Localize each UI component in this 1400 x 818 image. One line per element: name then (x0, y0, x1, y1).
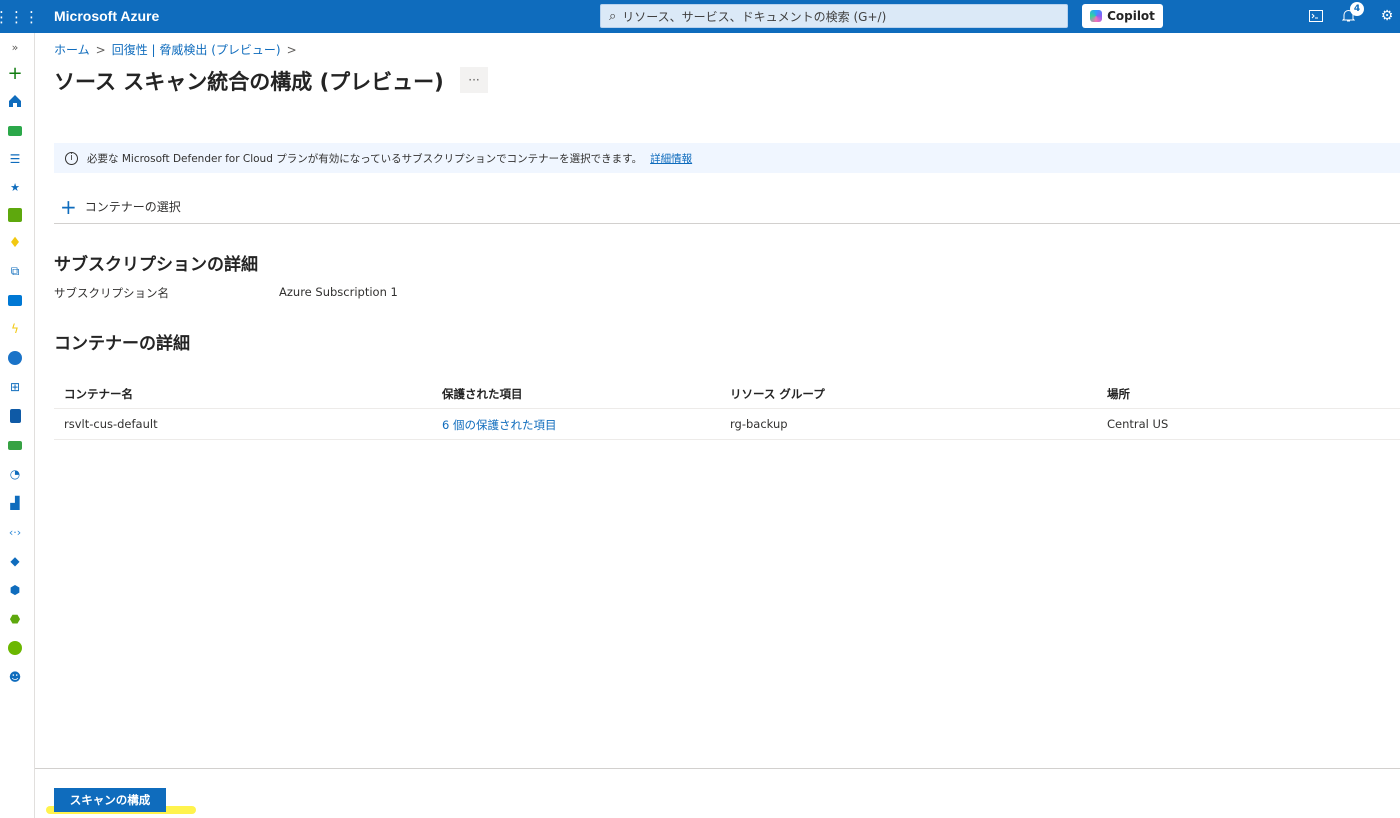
cloud-shell-icon[interactable] (1306, 6, 1326, 26)
key-vault-icon[interactable]: ♦ (6, 235, 24, 251)
network-icon[interactable]: ⊞ (6, 379, 24, 395)
cosmos-db-icon[interactable] (6, 350, 24, 366)
gear-icon[interactable]: ⚙ (1377, 6, 1397, 26)
all-services-icon[interactable]: ☰ (6, 151, 24, 167)
chevron-right-icon: > (95, 42, 106, 57)
support-icon[interactable]: ☻ (6, 669, 24, 685)
learn-more-link[interactable]: 詳細情報 (650, 151, 692, 166)
breadcrumb-home[interactable]: ホーム (54, 41, 90, 58)
breadcrumb: ホーム > 回復性 | 脅威検出 (プレビュー) > (54, 41, 297, 58)
storage-icon[interactable] (6, 437, 24, 453)
entra-id-icon[interactable]: ◆ (6, 553, 24, 569)
footer-divider (35, 768, 1400, 769)
select-container-label: コンテナーの選択 (84, 200, 181, 214)
copilot-icon (1090, 10, 1103, 22)
select-container-button[interactable]: + コンテナーの選択 (60, 194, 181, 219)
info-icon: i (65, 151, 78, 165)
table-header: コンテナー名 保護された項目 リソース グループ 場所 (54, 378, 1400, 409)
chevron-right-icon: > (286, 42, 297, 57)
plus-icon: + (60, 194, 77, 219)
configure-scan-button[interactable]: スキャンの構成 (54, 788, 166, 812)
search-input[interactable]: ⌕ リソース、サービス、ドキュメントの検索 (G+/) (600, 4, 1068, 28)
copilot-button[interactable]: Copilot (1082, 4, 1163, 28)
column-header-protected-items[interactable]: 保護された項目 (442, 386, 523, 402)
column-header-resource-group[interactable]: リソース グループ (730, 386, 825, 402)
info-banner: i 必要な Microsoft Defender for Cloud プランが有… (54, 143, 1400, 173)
defender-icon[interactable]: ⬢ (6, 582, 24, 598)
search-icon: ⌕ (609, 8, 617, 24)
info-text: 必要な Microsoft Defender for Cloud プランが有効に… (87, 152, 643, 165)
divider (54, 223, 1400, 224)
copilot-label: Copilot (1107, 9, 1155, 23)
brand-name[interactable]: Microsoft Azure (54, 8, 159, 24)
column-header-container-name[interactable]: コンテナー名 (64, 386, 133, 402)
advisor-icon[interactable] (6, 640, 24, 656)
subscription-name-label: サブスクリプション名 (54, 286, 169, 300)
favorites-icon[interactable]: ★ (6, 179, 24, 195)
more-actions-button[interactable]: ··· (460, 67, 488, 93)
search-placeholder: リソース、サービス、ドキュメントの検索 (G+/) (622, 9, 887, 24)
function-app-icon[interactable]: ϟ (6, 321, 24, 337)
breadcrumb-parent[interactable]: 回復性 | 脅威検出 (プレビュー) (112, 41, 281, 58)
page-title: ソース スキャン統合の構成 (プレビュー) (54, 70, 444, 94)
containers-table: コンテナー名 保護された項目 リソース グループ 場所 rsvlt-cus-de… (54, 378, 1400, 440)
notification-badge: 4 (1350, 2, 1364, 16)
container-icon[interactable]: ⧉ (6, 263, 24, 279)
app-service-icon[interactable]: ▟ (6, 495, 24, 511)
subscription-heading: サブスクリプションの詳細 (54, 255, 258, 275)
table-row[interactable]: rsvlt-cus-default 6 個の保護された項目 rg-backup … (54, 409, 1400, 440)
expand-icon[interactable]: » (6, 39, 24, 55)
container-details-heading: コンテナーの詳細 (54, 334, 190, 354)
virtual-machine-icon[interactable] (6, 292, 24, 308)
location-cell: Central US (1107, 417, 1169, 431)
dashboard-icon[interactable] (6, 123, 24, 139)
portal-menu-icon[interactable]: ⋮⋮⋮ (0, 0, 39, 33)
top-bar: ⋮⋮⋮ Microsoft Azure ⌕ リソース、サービス、ドキュメントの検… (0, 0, 1400, 33)
container-name-cell: rsvlt-cus-default (64, 417, 158, 431)
create-icon[interactable]: + (6, 63, 24, 84)
monitor-icon[interactable]: ◔ (6, 466, 24, 482)
security-icon[interactable]: ⬣ (6, 611, 24, 627)
sql-icon[interactable] (6, 408, 24, 424)
all-resources-icon[interactable] (6, 207, 24, 223)
protected-items-link[interactable]: 6 個の保護された項目 (442, 417, 556, 433)
column-header-location[interactable]: 場所 (1107, 386, 1130, 402)
subscription-name-value: Azure Subscription 1 (279, 285, 398, 299)
left-rail: » + ☰ ★ ♦ ⧉ ϟ ⊞ ◔ ▟ ‹·› ◆ ⬢ ⬣ ☻ (0, 33, 35, 818)
resource-group-cell: rg-backup (730, 417, 788, 431)
home-icon[interactable] (6, 93, 24, 109)
virtual-network-icon[interactable]: ‹·› (6, 524, 24, 540)
